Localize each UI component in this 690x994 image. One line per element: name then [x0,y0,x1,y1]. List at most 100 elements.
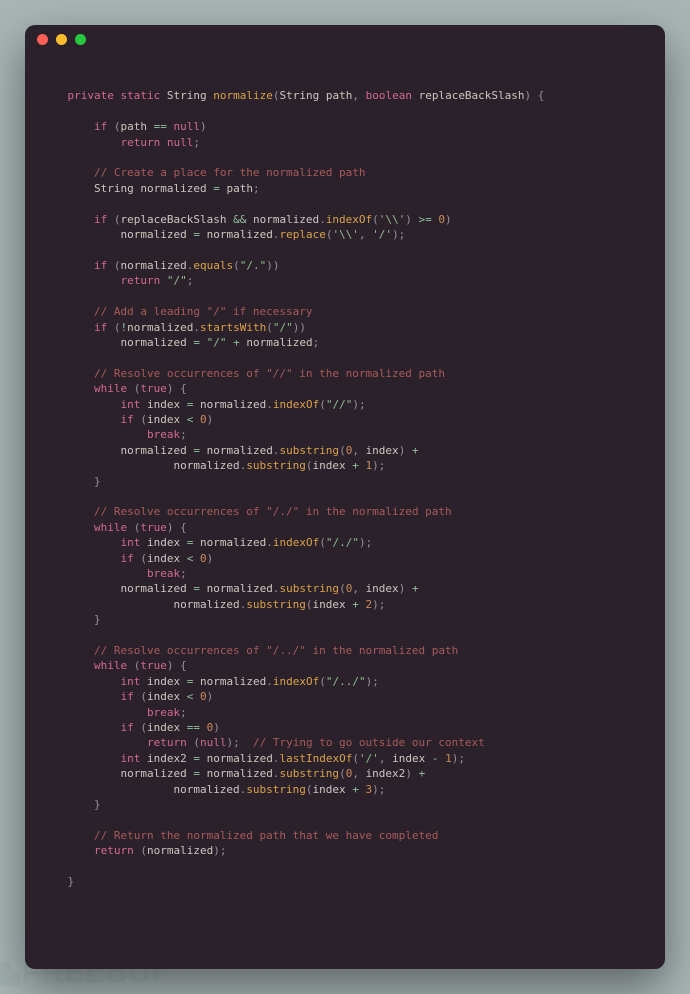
code-token-id: index2 [147,752,187,765]
code-token-op: + [352,783,359,796]
code-token-op: == [154,120,167,133]
code-token-id: replaceBackSlash [419,89,525,102]
code-token-pun: ( [107,213,120,226]
code-token-op: = [193,444,200,457]
code-token-id: normalized [173,783,239,796]
close-icon[interactable] [37,34,48,45]
code-token-pun [41,521,94,534]
code-token-id: normalized [200,398,266,411]
code-token-kw: true [140,659,167,672]
code-token-op: = [193,228,200,241]
window-titlebar [25,25,665,53]
code-token-pun: )) [266,259,279,272]
code-token-kw: true [140,382,167,395]
code-token-pun [41,428,147,441]
code-line: // Resolve occurrences of "/../" in the … [41,643,649,658]
code-token-pun: } [41,613,101,626]
code-token-op: = [193,582,200,595]
code-token-pun: ; [313,336,320,349]
code-token-pun [359,459,366,472]
code-token-pun [41,398,120,411]
code-line: int index = normalized.indexOf("/./"); [41,535,649,550]
code-token-str: "/./" [326,536,359,549]
code-token-pun: ) [399,444,412,457]
code-token-id: index [147,721,180,734]
code-token-pun [41,598,173,611]
code-line: break; [41,705,649,720]
code-token-pun [140,398,147,411]
code-line: if (replaceBackSlash && normalized.index… [41,212,649,227]
code-token-id: normalized [120,228,186,241]
code-token-pun: ) [445,213,452,226]
code-token-cmt: // Trying to go outside our context [253,736,485,749]
code-viewport: private static String normalize(String p… [25,53,665,910]
code-token-pun [193,536,200,549]
code-token-pun: ( [134,721,147,734]
code-token-pun: ) [200,120,207,133]
code-token-pun [425,752,432,765]
code-token-id: index [392,752,425,765]
code-token-fn: indexOf [273,675,319,688]
code-token-kw: null [167,136,194,149]
code-token-pun: ( [339,582,346,595]
code-token-pun [41,367,94,380]
code-line [41,350,649,365]
code-token-kw: if [120,413,133,426]
zoom-icon[interactable] [75,34,86,45]
code-token-num: 0 [200,690,207,703]
code-token-pun: } [41,798,101,811]
code-token-id: index [147,398,180,411]
code-token-pun: , [352,444,365,457]
code-token-str: '\\' [379,213,406,226]
code-line [41,104,649,119]
code-token-op: = [193,336,200,349]
code-line: normalized = "/" + normalized; [41,335,649,350]
code-token-id: normalized [120,444,186,457]
code-token-pun: ( [107,120,120,133]
code-token-fn: lastIndexOf [279,752,352,765]
code-token-pun [41,706,147,719]
code-token-pun: , [379,752,392,765]
code-token-pun [41,844,94,857]
code-token-pun [193,675,200,688]
code-token-id: normalized [207,444,273,457]
code-token-id: index [147,552,180,565]
code-token-str: '/' [372,228,392,241]
code-line: int index = normalized.indexOf("/../"); [41,674,649,689]
code-token-id: replaceBackSlash [120,213,226,226]
code-line: } [41,474,649,489]
code-token-pun: . [319,213,326,226]
code-token-fn: indexOf [273,398,319,411]
code-token-cmt: // Resolve occurrences of "/./" in the n… [94,505,452,518]
code-token-fn: normalize [213,89,273,102]
code-token-pun [41,675,120,688]
code-token-pun: ( [319,398,326,411]
code-token-kw: return [147,736,187,749]
code-token-pun [200,444,207,457]
code-line: return null; [41,135,649,150]
code-token-op: + [352,459,359,472]
code-line: if (index < 0) [41,689,649,704]
code-token-id: index [366,444,399,457]
minimize-icon[interactable] [56,34,67,45]
code-token-pun [180,398,187,411]
code-line: break; [41,427,649,442]
code-window: private static String normalize(String p… [25,25,665,969]
code-token-cmt: // Return the normalized path that we ha… [94,829,438,842]
code-token-pun [180,536,187,549]
code-line: if (path == null) [41,119,649,134]
code-token-pun: ( [134,552,147,565]
code-token-op: == [187,721,200,734]
code-line: normalized = normalized.substring(0, ind… [41,766,649,781]
code-line [41,489,649,504]
code-token-pun [41,644,94,657]
code-token-id: path [226,182,253,195]
code-token-id: normalized [127,321,193,334]
code-line: int index2 = normalized.lastIndexOf('/',… [41,751,649,766]
code-line: return "/"; [41,273,649,288]
code-token-pun: ( [306,598,313,611]
code-token-id: normalized [140,182,206,195]
code-token-pun: ) { [167,659,187,672]
code-token-id: normalized [207,767,273,780]
code-token-pun: ) [399,582,412,595]
